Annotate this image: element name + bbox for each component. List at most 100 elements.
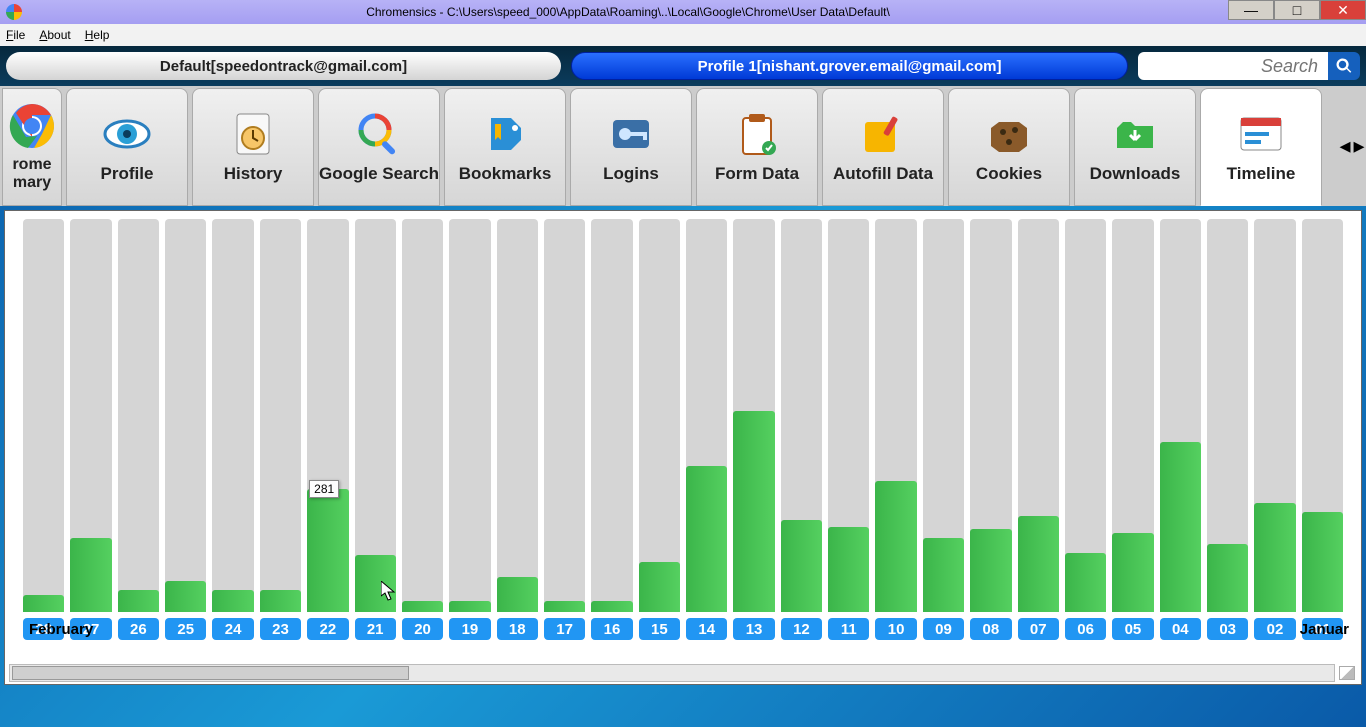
search-button[interactable] <box>1328 52 1360 80</box>
day-label[interactable]: 18 <box>497 618 538 640</box>
day-label[interactable]: 04 <box>1160 618 1201 640</box>
bar-column[interactable]: 21 <box>355 219 396 640</box>
day-label[interactable]: 13 <box>733 618 774 640</box>
tab-profile[interactable]: Profile <box>66 88 188 206</box>
bar-track <box>118 219 159 612</box>
bar-fill <box>260 590 301 612</box>
bar-column[interactable]: 28 <box>23 219 64 640</box>
bar-column[interactable]: 23 <box>260 219 301 640</box>
bar-track <box>70 219 111 612</box>
tab-cookies[interactable]: Cookies <box>948 88 1070 206</box>
tab-form-data[interactable]: Form Data <box>696 88 818 206</box>
maximize-button[interactable]: □ <box>1274 0 1320 20</box>
bar-column[interactable]: 09 <box>923 219 964 640</box>
bar-column[interactable]: 14 <box>686 219 727 640</box>
eye-icon <box>103 110 151 158</box>
bar-track <box>970 219 1011 612</box>
bar-column[interactable]: 12 <box>781 219 822 640</box>
bar-column[interactable]: 19 <box>449 219 490 640</box>
bar-column[interactable]: 28122 <box>307 219 348 640</box>
day-label[interactable]: 24 <box>212 618 253 640</box>
day-label[interactable]: 10 <box>875 618 916 640</box>
menu-about[interactable]: About <box>39 28 70 42</box>
tab-history[interactable]: History <box>192 88 314 206</box>
tab-google-search[interactable]: Google Search <box>318 88 440 206</box>
bar-column[interactable]: 24 <box>212 219 253 640</box>
day-label[interactable]: 23 <box>260 618 301 640</box>
bar-column[interactable]: 01 <box>1302 219 1343 640</box>
day-label[interactable]: 06 <box>1065 618 1106 640</box>
bar-column[interactable]: 18 <box>497 219 538 640</box>
window-title: Chromensics - C:\Users\speed_000\AppData… <box>28 5 1228 19</box>
bar-column[interactable]: 16 <box>591 219 632 640</box>
bar-column[interactable]: 11 <box>828 219 869 640</box>
day-label[interactable]: 08 <box>970 618 1011 640</box>
scrollbar-thumb[interactable] <box>12 666 409 680</box>
tab-label: rome mary <box>3 156 61 192</box>
bar-track <box>1112 219 1153 612</box>
tabs-scroll-left[interactable]: ◂ <box>1338 132 1352 160</box>
bar-column[interactable]: 17 <box>544 219 585 640</box>
tab-bookmarks[interactable]: Bookmarks <box>444 88 566 206</box>
bar-column[interactable]: 04 <box>1160 219 1201 640</box>
minimize-button[interactable]: — <box>1228 0 1274 20</box>
day-label[interactable]: 16 <box>591 618 632 640</box>
day-label[interactable]: 03 <box>1207 618 1248 640</box>
day-label[interactable]: 09 <box>923 618 964 640</box>
day-label[interactable]: 22 <box>307 618 348 640</box>
tab-timeline[interactable]: Timeline <box>1200 88 1322 206</box>
tab-autofill-data[interactable]: Autofill Data <box>822 88 944 206</box>
bar-fill <box>686 466 727 612</box>
day-label[interactable]: 25 <box>165 618 206 640</box>
bar-column[interactable]: 02 <box>1254 219 1295 640</box>
bar-column[interactable]: 26 <box>118 219 159 640</box>
day-label[interactable]: 14 <box>686 618 727 640</box>
day-label[interactable]: 21 <box>355 618 396 640</box>
bar-track <box>1065 219 1106 612</box>
menu-help[interactable]: Help <box>85 28 110 42</box>
day-label[interactable]: 17 <box>544 618 585 640</box>
tab-label: Downloads <box>1090 164 1181 184</box>
tab-label: Logins <box>603 164 659 184</box>
horizontal-scrollbar[interactable] <box>9 664 1335 682</box>
bar-column[interactable]: 13 <box>733 219 774 640</box>
day-label[interactable]: 02 <box>1254 618 1295 640</box>
tab-chrome-summary[interactable]: rome mary <box>2 88 62 206</box>
bar-column[interactable]: 15 <box>639 219 680 640</box>
bar-track <box>355 219 396 612</box>
bookmark-tag-icon <box>481 110 529 158</box>
tab-downloads[interactable]: Downloads <box>1074 88 1196 206</box>
timeline-chart-panel: 2827262524232812221201918171615141312111… <box>4 210 1362 685</box>
menu-file[interactable]: File <box>6 28 25 42</box>
bar-track: 281 <box>307 219 348 612</box>
profile-default-pill[interactable]: Default[speedontrack@gmail.com] <box>6 52 561 80</box>
day-label[interactable]: 11 <box>828 618 869 640</box>
tab-label: Cookies <box>976 164 1042 184</box>
profile-active-pill[interactable]: Profile 1[nishant.grover.email@gmail.com… <box>571 52 1128 80</box>
day-label[interactable]: 26 <box>118 618 159 640</box>
day-label[interactable]: 05 <box>1112 618 1153 640</box>
close-button[interactable]: ✕ <box>1320 0 1366 20</box>
day-label[interactable]: 20 <box>402 618 443 640</box>
search-input[interactable] <box>1138 52 1328 80</box>
bar-column[interactable]: 10 <box>875 219 916 640</box>
bar-column[interactable]: 06 <box>1065 219 1106 640</box>
day-label[interactable]: 19 <box>449 618 490 640</box>
tab-logins[interactable]: Logins <box>570 88 692 206</box>
bar-fill <box>1207 544 1248 612</box>
bar-column[interactable]: 20 <box>402 219 443 640</box>
day-label[interactable]: 12 <box>781 618 822 640</box>
key-icon <box>607 110 655 158</box>
resize-grip[interactable] <box>1339 666 1355 680</box>
tabs-scroll-right[interactable]: ▸ <box>1352 132 1366 160</box>
day-label[interactable]: 15 <box>639 618 680 640</box>
bar-column[interactable]: 07 <box>1018 219 1059 640</box>
bar-column[interactable]: 27 <box>70 219 111 640</box>
bar-fill <box>70 538 111 612</box>
bar-column[interactable]: 03 <box>1207 219 1248 640</box>
bar-column[interactable]: 25 <box>165 219 206 640</box>
bar-track <box>1160 219 1201 612</box>
bar-column[interactable]: 08 <box>970 219 1011 640</box>
day-label[interactable]: 07 <box>1018 618 1059 640</box>
bar-column[interactable]: 05 <box>1112 219 1153 640</box>
